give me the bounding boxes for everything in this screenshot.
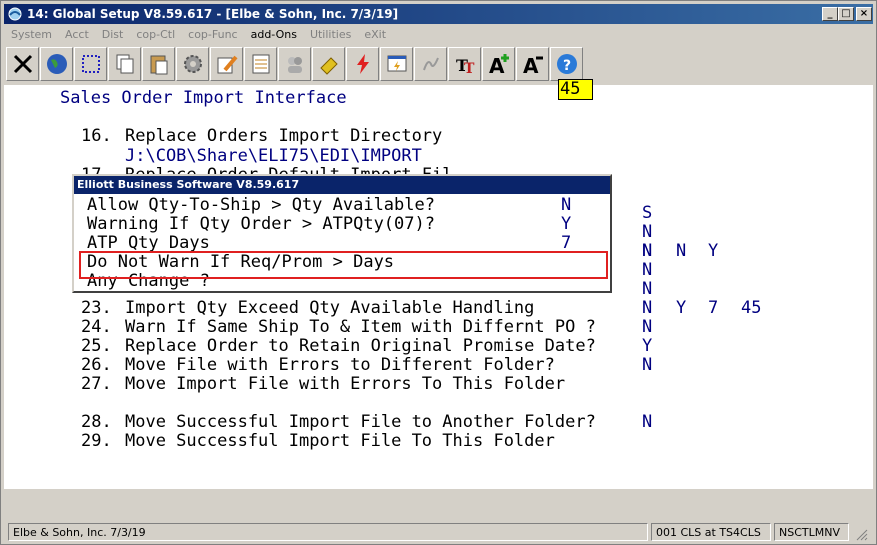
highlight-box [79,251,608,279]
menu-utilities[interactable]: Utilities [310,28,351,41]
value-n-3: N [642,241,653,261]
menu-cop-ctl[interactable]: cop-Ctl [136,28,175,41]
option-28-num: 28. [81,412,112,432]
atp-dialog: Elliott Business Software V8.59.617 Allo… [72,174,612,293]
status-bar: Elbe & Sohn, Inc. 7/3/19 001 CLS at TS4C… [4,521,873,543]
notes-icon[interactable] [244,47,277,81]
option-23-value-d: 45 [741,298,762,318]
dialog-row-atp-days-label: ATP Qty Days [87,233,210,253]
screen-heading: Sales Order Import Interface [60,88,347,108]
option-24-label: Warn If Same Ship To & Item with Differn… [125,317,596,337]
increase-font-icon[interactable]: A [482,47,515,81]
dialog-row-warning-label: Warning If Qty Order > ATPQty(07)? [87,214,435,234]
menu-acct[interactable]: Acct [65,28,89,41]
paste-icon[interactable] [142,47,175,81]
svg-text:T: T [464,61,475,76]
menu-system[interactable]: System [11,28,52,41]
select-icon[interactable] [74,47,107,81]
option-24-num: 24. [81,317,112,337]
status-session: 001 CLS at TS4CLS [651,523,771,541]
decrease-font-icon[interactable]: A [516,47,549,81]
signature-icon[interactable] [414,47,447,81]
option-25-value: Y [642,336,653,356]
settings-icon[interactable] [176,47,209,81]
option-27-label: Move Import File with Errors To This Fol… [125,374,566,394]
value-y-1: Y [708,241,719,261]
menu-dist[interactable]: Dist [102,28,124,41]
dialog-row-allow-label: Allow Qty-To-Ship > Qty Available? [87,195,435,215]
dialog-row-allow-value[interactable]: N [561,195,571,215]
dialog-row-atp-days-value[interactable]: 7 [561,233,571,253]
dialog-title: Elliott Business Software V8.59.617 [74,176,610,194]
status-user: NSCTLMNV [774,523,849,541]
option-16-num: 16. [81,126,112,146]
maximize-button[interactable]: □ [838,7,854,21]
option-16-value: J:\COB\Share\ELI75\EDI\IMPORT [125,146,422,166]
option-29-num: 29. [81,431,112,451]
close-button[interactable]: × [856,7,872,21]
flash-icon[interactable] [346,47,379,81]
screen-icon[interactable] [380,47,413,81]
resize-grip-icon[interactable] [854,527,870,541]
option-28-value: N [642,412,653,432]
exit-icon[interactable] [6,47,39,81]
value-s: S [642,203,653,223]
option-27-num: 27. [81,374,112,394]
option-23-value-a: N [642,298,653,318]
dialog-row-warning-value[interactable]: Y [561,214,571,234]
option-29-label: Move Successful Import File To This Fold… [125,431,555,451]
value-n-4: N [676,241,687,261]
help-icon[interactable]: ? [550,47,583,81]
option-25-label: Replace Order to Retain Original Promise… [125,336,596,356]
option-28-label: Move Successful Import File to Another F… [125,412,596,432]
value-n-6: N [642,279,653,299]
font-icon[interactable]: TT [448,47,481,81]
toolbar: TT A A ? [4,44,873,84]
dialog-body: Allow Qty-To-Ship > Qty Available? N War… [74,194,610,291]
option-23-num: 23. [81,298,112,318]
app-icon [7,6,23,22]
menu-cop-func[interactable]: cop-Func [188,28,237,41]
menu-exit[interactable]: eXit [364,28,386,41]
menu-add-ons[interactable]: add-Ons [251,28,297,41]
globe-icon[interactable] [40,47,73,81]
application-window: 14: Global Setup V8.59.617 - [Elbe & Soh… [0,0,877,545]
option-24-value: N [642,317,653,337]
option-23-value-c: 7 [708,298,719,318]
copy-icon[interactable] [108,47,141,81]
title-bar: 14: Global Setup V8.59.617 - [Elbe & Soh… [4,4,873,24]
value-n-5: N [642,260,653,280]
value-n-1: N [642,222,653,242]
option-25-num: 25. [81,336,112,356]
option-16-label: Replace Orders Import Directory [125,126,443,146]
status-company: Elbe & Sohn, Inc. 7/3/19 [8,523,648,541]
option-26-label: Move File with Errors to Different Folde… [125,355,555,375]
menu-bar: System Acct Dist cop-Ctl cop-Func add-On… [4,25,873,44]
days-input[interactable]: 45 [558,79,593,100]
option-23-label: Import Qty Exceed Qty Available Handling [125,298,535,318]
window-title: 14: Global Setup V8.59.617 - [Elbe & Soh… [27,7,399,21]
users-icon[interactable] [278,47,311,81]
minimize-button[interactable]: _ [822,7,838,21]
edit-icon[interactable] [210,47,243,81]
option-26-value: N [642,355,653,375]
svg-text:?: ? [563,58,571,74]
option-23-value-b: Y [676,298,687,318]
link-icon[interactable] [312,47,345,81]
option-26-num: 26. [81,355,112,375]
bottom-band [4,489,873,520]
